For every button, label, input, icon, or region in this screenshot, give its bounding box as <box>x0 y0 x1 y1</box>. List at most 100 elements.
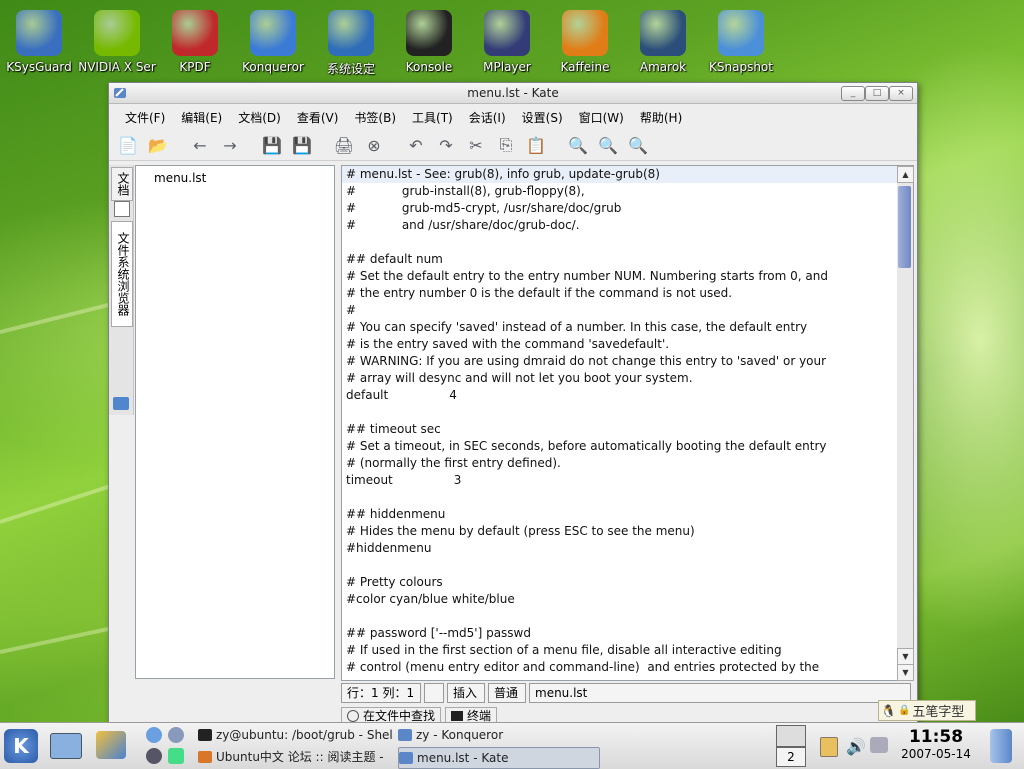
desktop-icon[interactable]: NVIDIA X Ser <box>78 6 156 74</box>
tab-documents[interactable]: 文档 <box>111 167 133 201</box>
vertical-scrollbar[interactable]: ▲ ▼ ▼ <box>897 165 914 681</box>
desktop-icon[interactable]: Kaffeine <box>546 6 624 74</box>
quick-launch-icon[interactable] <box>96 731 126 759</box>
menu-item[interactable]: 查看(V) <box>289 109 347 126</box>
terminal-icon <box>451 711 464 721</box>
editor-line: ## default num <box>346 252 443 266</box>
tab-find-in-files[interactable]: 在文件中查找 <box>341 707 442 723</box>
network-launch-icon[interactable] <box>168 748 184 764</box>
back-icon-glyph: ← <box>193 135 207 155</box>
system-settings-icon <box>328 10 374 56</box>
taskbar-task-label: menu.lst - Kate <box>417 751 509 765</box>
terminal-icon <box>198 729 212 741</box>
close-doc-icon[interactable]: ⊗ <box>361 132 387 158</box>
title-bar[interactable]: menu.lst - Kate _ □ × <box>109 83 917 104</box>
paste-icon[interactable]: 📋 <box>523 132 549 158</box>
menu-item[interactable]: 书签(B) <box>346 109 404 126</box>
desktop-icon[interactable]: KSnapshot <box>702 6 780 74</box>
taskbar-task[interactable]: zy - Konqueror <box>398 725 598 745</box>
scroll-thumb[interactable] <box>898 186 911 268</box>
help-launch-icon[interactable] <box>168 727 184 743</box>
back-icon[interactable]: ← <box>187 132 213 158</box>
desktop-icon[interactable]: Amarok <box>624 6 702 74</box>
firefox-icon <box>198 751 212 763</box>
selection-mode[interactable]: 普通 <box>488 683 526 703</box>
editor-line: # grub-install(8), grub-floppy(8), <box>346 184 585 198</box>
undo-icon[interactable]: ↶ <box>403 132 429 158</box>
desktop-icon-label: 系统设定 <box>326 62 375 76</box>
scroll-down-button-2[interactable]: ▼ <box>897 664 914 681</box>
text-editor[interactable]: # menu.lst - See: grub(8), info grub, up… <box>341 165 899 681</box>
desktop-icon[interactable]: Konsole <box>390 6 468 74</box>
menu-item[interactable]: 会话(I) <box>461 109 514 126</box>
show-desktop-icon[interactable] <box>50 733 82 759</box>
taskbar-task[interactable]: Ubuntu中文 论坛 :: 阅读主题 - <box>198 747 398 767</box>
forward-icon-glyph: → <box>223 135 237 155</box>
klipper-icon[interactable] <box>820 737 838 757</box>
copy-icon-glyph: ⎘ <box>499 135 513 154</box>
open-folder-icon[interactable]: 📂 <box>145 132 171 158</box>
scroll-down-button[interactable]: ▼ <box>897 648 914 665</box>
menu-item[interactable]: 设置(S) <box>514 109 571 126</box>
editor-line: # Hides the menu by default (press ESC t… <box>346 524 695 538</box>
desktop-pager[interactable] <box>776 725 806 747</box>
desktop-icon[interactable]: MPlayer <box>468 6 546 74</box>
redo-icon[interactable]: ↷ <box>433 132 459 158</box>
menu-item[interactable]: 帮助(H) <box>632 109 690 126</box>
taskbar-task[interactable]: menu.lst - Kate <box>398 747 600 769</box>
save-as-icon[interactable]: 💾 <box>289 132 315 158</box>
window-title: menu.lst - Kate <box>467 86 559 100</box>
menu-item[interactable]: 编辑(E) <box>173 109 230 126</box>
editor-line: # Set a timeout, in SEC seconds, before … <box>346 439 827 453</box>
zoom-in-icon-glyph: 🔍 <box>598 135 618 155</box>
save-icon-glyph: 💾 <box>262 135 282 155</box>
clock[interactable]: 11:58 2007-05-14 <box>898 727 974 761</box>
nvidia-icon <box>94 10 140 56</box>
maximize-button[interactable]: □ <box>865 86 889 101</box>
pager-desktop-2[interactable]: 2 <box>776 747 806 767</box>
desktop-icon[interactable]: KSysGuard <box>0 6 78 74</box>
close-button[interactable]: × <box>889 86 913 101</box>
save-icon[interactable]: 💾 <box>259 132 285 158</box>
new-file-icon[interactable]: 📄 <box>115 132 141 158</box>
desktop-icon[interactable]: KPDF <box>156 6 234 74</box>
menu-item[interactable]: 文档(D) <box>230 109 289 126</box>
konqueror-launch-icon[interactable] <box>146 727 162 743</box>
taskbar-task[interactable]: zy@ubuntu: /boot/grub - Shel <box>198 725 398 745</box>
tab-filesystem-browser[interactable]: 文件系统浏览器 <box>111 221 133 327</box>
ime-label: 五笔字型 <box>912 705 965 720</box>
cut-icon[interactable]: ✂ <box>463 132 489 158</box>
ime-indicator[interactable]: 🐧 🔒 五笔字型 <box>878 700 976 721</box>
kde-menu-button[interactable]: K <box>4 729 38 763</box>
tab-terminal[interactable]: 终端 <box>445 707 498 723</box>
find-icon[interactable]: 🔍 <box>565 132 591 158</box>
minimize-button[interactable]: _ <box>841 86 865 101</box>
desktop-icon[interactable]: Konqueror <box>234 6 312 74</box>
open-folder-icon-glyph: 📂 <box>148 135 168 155</box>
folder-icon <box>113 397 129 410</box>
paste-icon-glyph: 📋 <box>526 135 546 155</box>
menu-item[interactable]: 文件(F) <box>117 109 173 126</box>
menu-item[interactable]: 窗口(W) <box>571 109 632 126</box>
browser-launch-icon[interactable] <box>146 748 162 764</box>
editor-line: #hiddenmenu <box>346 541 432 555</box>
list-item[interactable]: menu.lst <box>154 171 206 185</box>
zoom-in-icon[interactable]: 🔍 <box>595 132 621 158</box>
desktop-icon[interactable]: 系统设定 <box>312 6 390 77</box>
network-icon[interactable] <box>870 737 888 753</box>
menu-bar: 文件(F) 编辑(E) 文档(D) 查看(V) 书签(B) 工具(T) 会话(I) 设置(S)… <box>109 104 917 130</box>
kpdf-icon <box>172 10 218 56</box>
scroll-up-button[interactable]: ▲ <box>897 166 914 183</box>
forward-icon[interactable]: → <box>217 132 243 158</box>
print-icon[interactable]: 🖨 <box>331 132 357 158</box>
menu-item[interactable]: 工具(T) <box>404 109 461 126</box>
copy-icon[interactable]: ⎘ <box>493 132 519 158</box>
toolbar-separator <box>319 132 327 158</box>
volume-icon[interactable]: 🔊 <box>846 737 866 756</box>
trash-icon[interactable] <box>990 729 1012 763</box>
zoom-out-icon[interactable]: 🔍 <box>625 132 651 158</box>
insert-mode[interactable]: 插入 <box>447 683 485 703</box>
status-bar: 行：1 列：1 插入 普通 menu.lst <box>341 683 911 703</box>
editor-line: # <box>346 303 357 317</box>
